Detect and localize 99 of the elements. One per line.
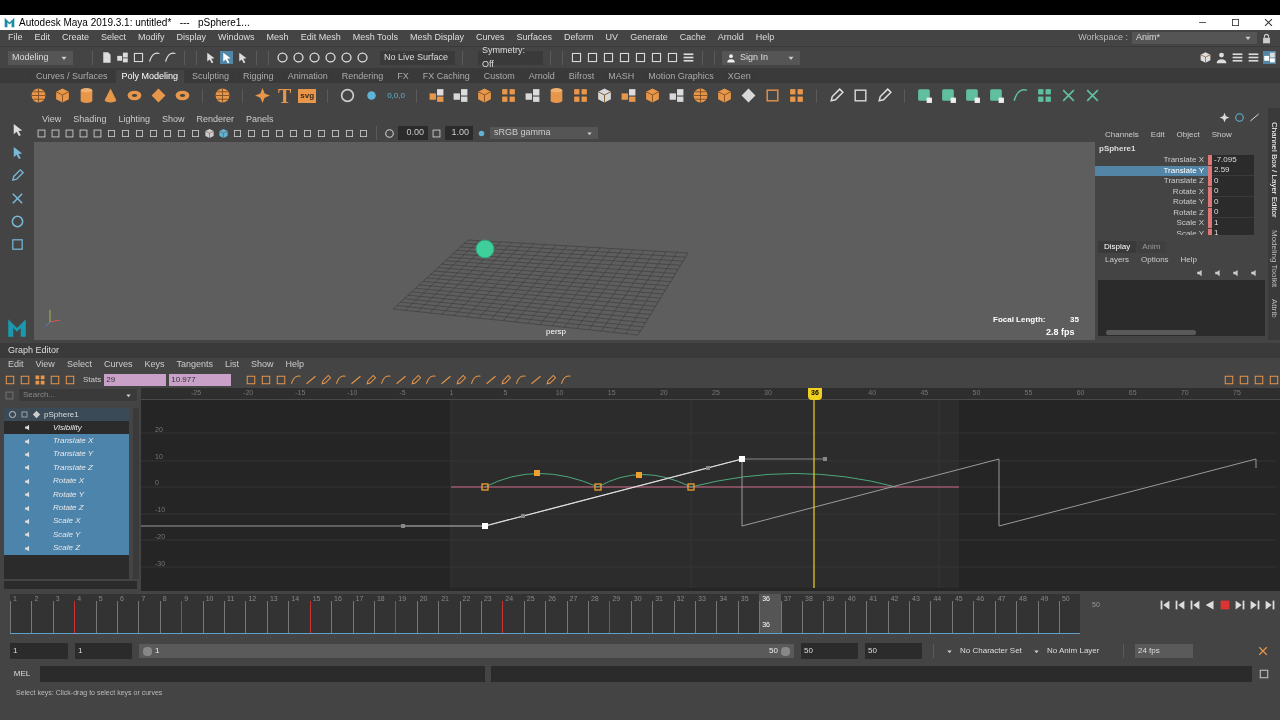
perspective-view[interactable]: persp Focal Length: 35 2.8 fps	[34, 142, 1095, 340]
menu-item[interactable]: Edit Mesh	[294, 31, 347, 45]
viewport-menu-item[interactable]: Panels	[239, 113, 280, 127]
channel-box-menu-item[interactable]: Object	[1170, 129, 1206, 141]
viewport-menu-item[interactable]: Shading	[67, 113, 113, 127]
menu-item[interactable]: Cache	[673, 31, 712, 45]
menu-item[interactable]: Surfaces	[510, 31, 559, 45]
mode-dropdown[interactable]: Modeling	[8, 50, 73, 65]
menu-item[interactable]: Display	[170, 31, 213, 45]
frame-rate-display: 2.8 fps	[1046, 325, 1075, 339]
graph-menu-item[interactable]: Edit	[2, 357, 30, 372]
menu-item[interactable]: Modify	[132, 31, 171, 45]
menu-item[interactable]: Help	[749, 31, 781, 45]
panel-title: Graph Editor	[7, 343, 61, 357]
outliner-attribute-row[interactable]: Rotate Z	[4, 501, 129, 515]
range-slider[interactable]: 1 50	[139, 644, 794, 658]
channel-name[interactable]: Rotate Y	[1095, 197, 1208, 208]
channel-value[interactable]: 1	[1212, 228, 1254, 235]
end-time-field[interactable]: 50	[865, 643, 922, 659]
svg-tool-button[interactable]: svg	[298, 88, 317, 103]
side-panel-tab[interactable]: Modeling Toolkit	[1268, 229, 1280, 287]
exposure-field[interactable]: 0.00	[398, 126, 428, 140]
outliner-attribute-row[interactable]: Translate X	[4, 434, 129, 448]
channel-name[interactable]: Scale Y	[1095, 228, 1208, 235]
layer-menu-item[interactable]: Help	[1174, 254, 1204, 266]
playback-end-field[interactable]: 50	[801, 643, 858, 659]
viewport-menu-item[interactable]: Renderer	[190, 113, 240, 127]
menu-item[interactable]: Generate	[624, 31, 674, 45]
channel-value[interactable]: 1	[1212, 217, 1254, 229]
graph-menu-item[interactable]: Show	[244, 357, 280, 372]
channel-name[interactable]: Rotate Z	[1095, 207, 1208, 218]
focal-length-label: Focal Length:	[993, 314, 1046, 326]
menu-item[interactable]: Curves	[470, 31, 511, 45]
camera-name: persp	[546, 326, 566, 338]
sign-in-button[interactable]: Sign In	[722, 50, 800, 65]
graph-menu-item[interactable]: Keys	[138, 357, 171, 372]
menu-item[interactable]: Edit	[28, 31, 57, 45]
outliner-attribute-row[interactable]: Scale Y	[4, 528, 129, 542]
object-name: pSphere1	[1098, 143, 1137, 155]
shelf-tab[interactable]: Poly Modeling	[115, 70, 185, 83]
channel-name[interactable]: Translate Z	[1095, 176, 1208, 187]
gamma-field[interactable]: 1.00	[445, 126, 473, 140]
channel-box-menu-item[interactable]: Show	[1205, 129, 1238, 141]
channel-name[interactable]: Rotate X	[1095, 186, 1208, 197]
workspace-label: Workspace :	[1078, 31, 1128, 45]
graph-menu-item[interactable]: Select	[60, 357, 98, 372]
layer-menu-item[interactable]: Layers	[1099, 254, 1135, 266]
channel-value[interactable]: 0	[1212, 196, 1254, 208]
stats-field[interactable]: 10.977	[169, 373, 232, 386]
menu-item[interactable]: Mesh Tools	[346, 31, 404, 45]
layer-tab[interactable]: Anim	[1136, 241, 1167, 253]
stats-label: Stats	[83, 373, 102, 386]
graph-menu-item[interactable]: Tangents	[170, 357, 219, 372]
graph-menu-item[interactable]: View	[29, 357, 61, 372]
side-panel-tab[interactable]: Attrib	[1268, 298, 1280, 318]
search-field[interactable]: Search...	[19, 389, 137, 401]
playback-start-field[interactable]: 1	[75, 643, 132, 659]
viewport-menu-item[interactable]: Show	[155, 113, 191, 127]
channel-name[interactable]: Translate Y	[1095, 165, 1208, 176]
channel-value[interactable]: 0	[1212, 175, 1254, 187]
layer-menu-item[interactable]: Options	[1135, 254, 1175, 266]
focal-length-value: 35	[1070, 314, 1079, 326]
graph-menu-item[interactable]: List	[218, 357, 245, 372]
graph-menu-item[interactable]: Curves	[97, 357, 139, 372]
fps-dropdown[interactable]: 24 fps	[1135, 644, 1193, 658]
viewport-menu-item[interactable]: View	[36, 113, 68, 127]
menu-item[interactable]: Windows	[212, 31, 261, 45]
channel-box-menu-item[interactable]: Channels	[1099, 129, 1145, 141]
menu-item[interactable]: Mesh Display	[404, 31, 471, 45]
channel-name[interactable]: Translate X	[1095, 155, 1208, 166]
channel-value[interactable]: 2.59	[1212, 165, 1254, 177]
live-surface-field[interactable]: No Live Surface	[380, 50, 455, 65]
graph-menu-item[interactable]: Help	[279, 357, 310, 372]
text-tool-button[interactable]: T	[278, 85, 292, 106]
channel-box-menu-item[interactable]: Edit	[1144, 129, 1171, 141]
anim-layer-dropdown[interactable]: No Anim Layer	[1032, 645, 1112, 657]
layer-tab[interactable]: Display	[1098, 241, 1137, 253]
locator-values[interactable]: 0,0,0	[387, 89, 405, 102]
character-set-dropdown[interactable]: No Character Set	[945, 645, 1025, 657]
channel-name[interactable]: Scale X	[1095, 218, 1208, 229]
menu-item[interactable]: Arnold	[711, 31, 750, 45]
channel-value[interactable]: 0	[1212, 186, 1254, 198]
color-space-dropdown[interactable]: sRGB gamma	[490, 127, 598, 139]
menu-item[interactable]: UV	[599, 31, 625, 45]
menu-item[interactable]: Select	[95, 31, 133, 45]
outliner-attribute-row[interactable]: Translate Z	[4, 461, 129, 475]
start-time-field[interactable]: 1	[10, 643, 68, 659]
channel-value[interactable]: 0	[1212, 207, 1254, 219]
menu-item[interactable]: File	[2, 31, 29, 45]
window-title: Autodesk Maya 2019.3.1: untitled* --- pSphere1...	[19, 16, 250, 30]
menu-item[interactable]: Create	[56, 31, 96, 45]
command-language-label[interactable]: MEL	[10, 668, 34, 680]
side-panel-tab[interactable]: Channel Box / Layer Editor	[1268, 122, 1280, 218]
viewport-menu-item[interactable]: Lighting	[112, 113, 156, 127]
menu-item[interactable]: Deform	[558, 31, 600, 45]
menu-item[interactable]: Mesh	[260, 31, 295, 45]
outliner-object-row[interactable]: pSphere1	[4, 408, 129, 421]
stats-field[interactable]: 29	[104, 373, 167, 386]
workspace-dropdown[interactable]: Anim*	[1132, 32, 1257, 44]
